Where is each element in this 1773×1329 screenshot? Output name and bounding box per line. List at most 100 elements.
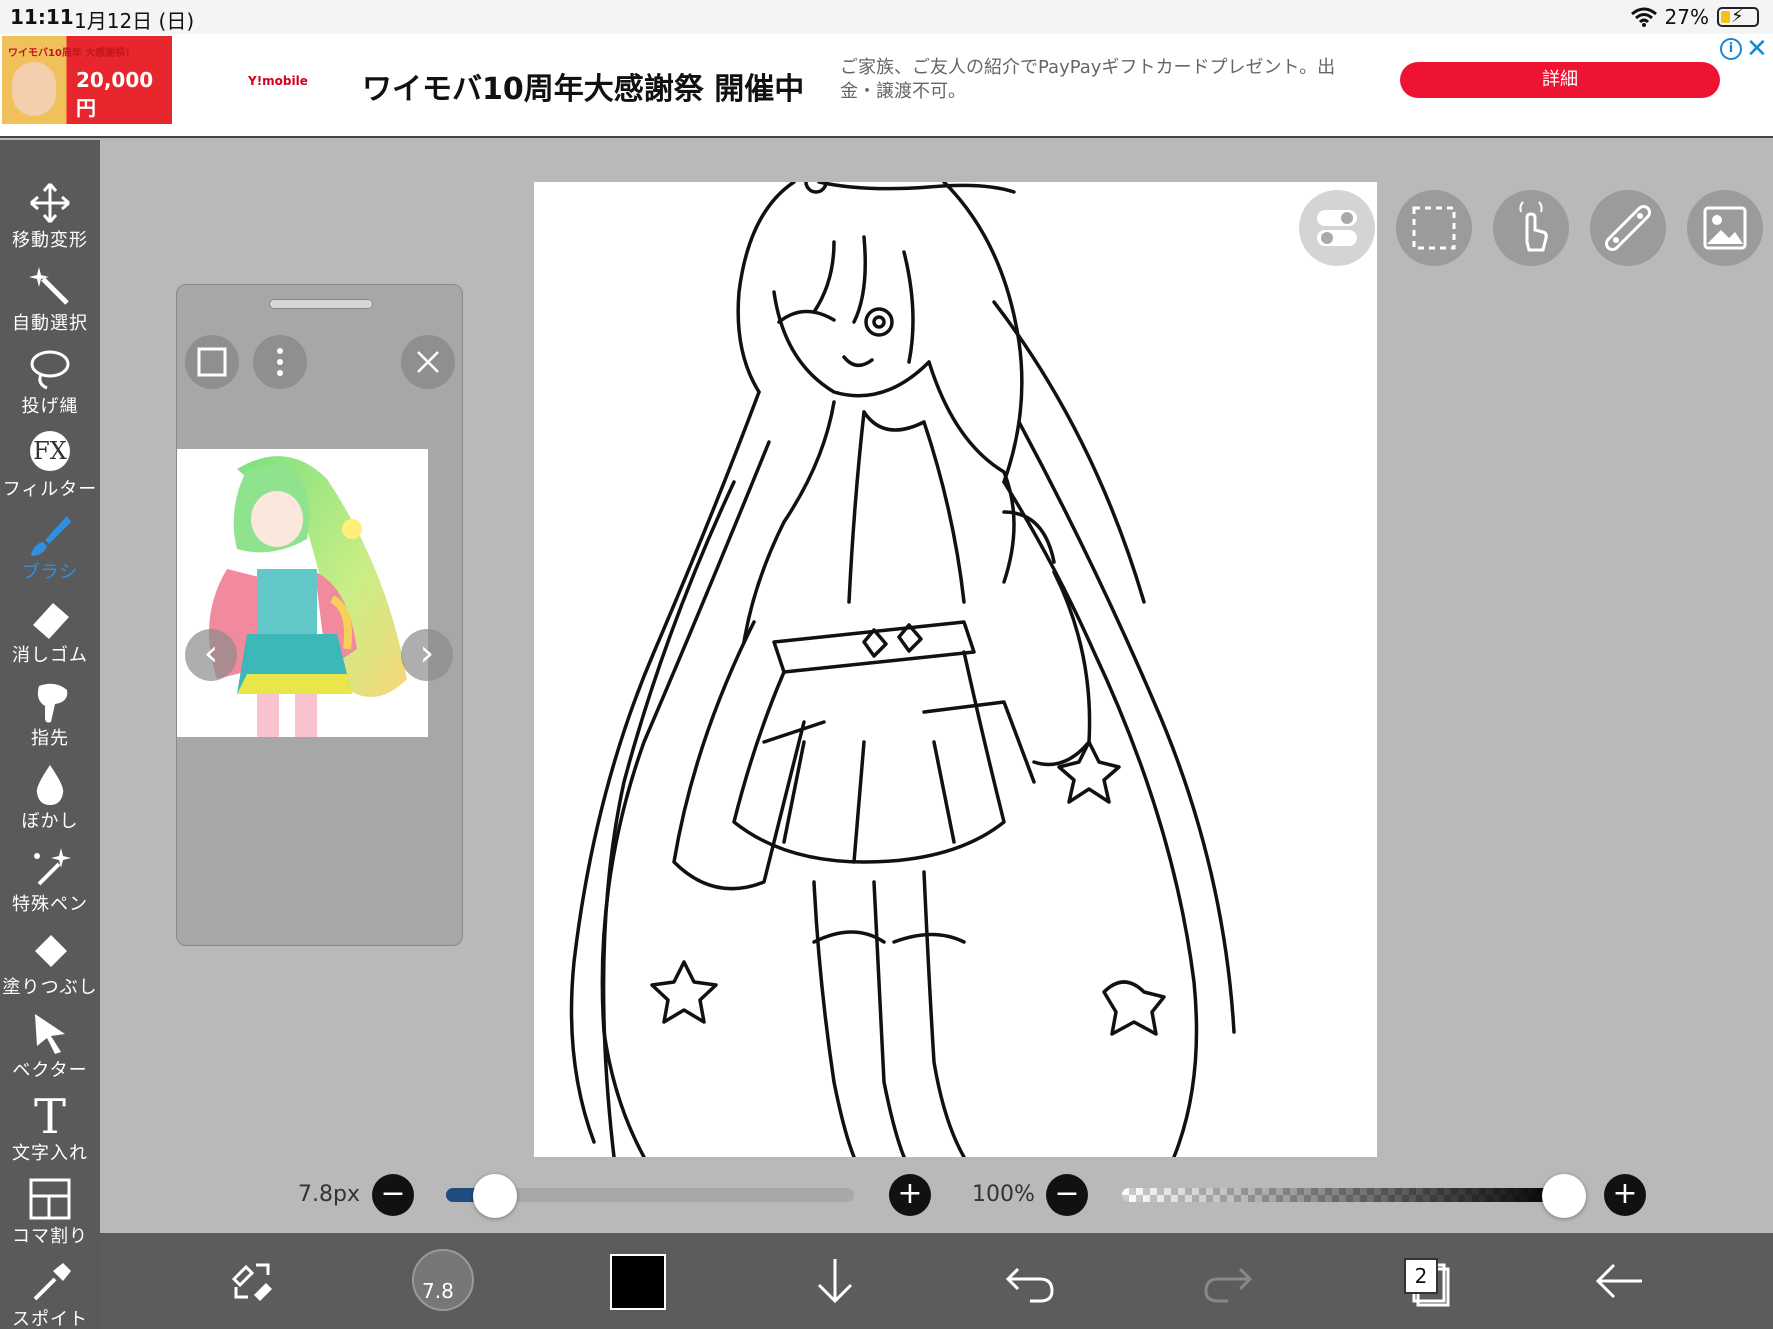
ad-info-icon[interactable]: i xyxy=(1720,38,1742,60)
tool-sidebar: 移動変形自動選択投げ縄 FX フィルターブラシ消しゴム指先ぼかし特殊ペン塗りつぶしベ… xyxy=(0,140,100,1329)
tool-frame[interactable]: コマ割り xyxy=(0,1176,100,1256)
tool-label: 自動選択 xyxy=(12,313,88,334)
blur-drop-icon xyxy=(36,765,64,805)
reference-next-button[interactable]: › xyxy=(401,629,453,681)
tool-label: 投げ縄 xyxy=(21,396,79,417)
tool-label: 特殊ペン xyxy=(12,894,88,915)
reference-prev-button[interactable]: ‹ xyxy=(185,629,237,681)
special-pen-icon xyxy=(34,848,71,886)
tool-lasso[interactable]: 投げ縄 xyxy=(0,346,100,426)
tool-vector[interactable]: ベクター xyxy=(0,1010,100,1090)
back-button[interactable] xyxy=(1590,1251,1650,1311)
ad-description: ご家族、ご友人の紹介でPayPayギフトカードプレゼント。出金・譲渡不可。 xyxy=(840,57,1336,102)
toggle-ui-button[interactable] xyxy=(1299,190,1375,266)
ad-banner[interactable]: ワイモバ10周年 大感謝祭! 20,000円 Y!mobile ワイモバ10周年… xyxy=(0,34,1773,138)
ibis-paint-screen: 11:11 1月12日 (日) 27% ⚡ ワイモバ10周年 大感謝祭! 20,… xyxy=(0,0,1773,1329)
close-icon xyxy=(417,351,439,373)
layer-count-badge: 2 xyxy=(1404,1258,1438,1294)
redo-icon xyxy=(1204,1267,1253,1303)
current-color-swatch[interactable] xyxy=(610,1254,666,1310)
lasso-icon xyxy=(30,350,70,390)
reference-drag-handle[interactable] xyxy=(269,299,373,309)
tool-label: 塗りつぶし xyxy=(2,977,98,998)
tool-move[interactable]: 移動変形 xyxy=(0,180,100,260)
brush-preview-button[interactable]: 7.8 xyxy=(412,1249,474,1311)
tool-blur[interactable]: ぼかし xyxy=(0,761,100,841)
tool-fill[interactable]: 塗りつぶし xyxy=(0,927,100,1007)
status-bar: 11:11 1月12日 (日) 27% ⚡ xyxy=(0,0,1773,34)
tool-label: フィルター xyxy=(2,479,98,500)
brush-preview-size: 7.8 xyxy=(422,1279,454,1303)
reference-menu-button[interactable] xyxy=(253,335,307,389)
brush-size-minus-button[interactable]: − xyxy=(372,1174,414,1216)
opacity-plus-button[interactable]: + xyxy=(1604,1174,1646,1216)
tool-label: コマ割り xyxy=(12,1226,88,1247)
selection-button[interactable] xyxy=(1396,190,1472,266)
reference-close-button[interactable] xyxy=(401,335,455,389)
eraser-icon xyxy=(33,603,69,639)
tool-eraser[interactable]: 消しゴム xyxy=(0,595,100,675)
reference-image-button[interactable] xyxy=(1687,190,1763,266)
more-vertical-icon xyxy=(277,348,283,376)
undo-icon xyxy=(1005,1267,1054,1303)
tool-text[interactable]: T 文字入れ xyxy=(0,1089,100,1173)
brush-size-plus-button[interactable]: + xyxy=(889,1174,931,1216)
tool-label: 指先 xyxy=(31,728,69,749)
reference-image[interactable] xyxy=(177,449,428,737)
tool-eyedropper[interactable]: スポイト xyxy=(0,1259,100,1329)
opacity-slider-knob[interactable] xyxy=(1542,1174,1586,1218)
reference-illustration xyxy=(209,456,407,737)
tool-label: 消しゴム xyxy=(12,645,88,666)
tool-magic[interactable]: 自動選択 xyxy=(0,263,100,343)
tool-badge: FX xyxy=(33,437,67,465)
tool-label: ぼかし xyxy=(21,811,79,832)
tool-special[interactable]: 特殊ペン xyxy=(0,844,100,924)
frame-divide-icon xyxy=(29,1178,71,1220)
tool-label: ブラシ xyxy=(21,562,79,583)
tool-badge: T xyxy=(33,1089,66,1145)
swap-tool-button[interactable] xyxy=(222,1251,282,1311)
status-date: 1月12日 (日) xyxy=(74,9,195,33)
undo-button[interactable] xyxy=(1000,1251,1060,1311)
brush-size-slider-knob[interactable] xyxy=(472,1174,517,1218)
ruler-button[interactable] xyxy=(1590,190,1666,266)
square-icon xyxy=(197,347,227,377)
drawing-canvas[interactable] xyxy=(534,182,1377,1157)
opacity-slider[interactable] xyxy=(1122,1188,1564,1202)
bottom-toolbar xyxy=(100,1233,1773,1329)
tool-brush[interactable]: ブラシ xyxy=(0,512,100,592)
arrow-left-icon xyxy=(1595,1263,1642,1299)
ad-title: ワイモバ10周年大感謝祭 開催中 xyxy=(362,72,805,107)
tool-filter[interactable]: FX フィルター xyxy=(0,429,100,509)
finger-icon xyxy=(37,683,68,723)
move-arrows-icon xyxy=(30,183,70,223)
redo-button[interactable] xyxy=(1198,1251,1258,1311)
selection-rect-icon xyxy=(1412,206,1456,250)
image-icon xyxy=(1703,206,1747,250)
ad-close-icon[interactable]: ✕ xyxy=(1746,34,1768,64)
toggle-icon xyxy=(1317,210,1357,246)
battery-icon: ⚡ xyxy=(1717,6,1759,27)
eyedropper-icon xyxy=(33,1263,71,1301)
lineart-sketch xyxy=(569,182,1236,1157)
battery-percent: 27% xyxy=(1664,5,1709,29)
magic-wand-icon xyxy=(29,267,69,305)
hand-touch-icon xyxy=(1519,201,1548,252)
tool-finger[interactable]: 指先 xyxy=(0,678,100,758)
ad-thumbnail[interactable]: ワイモバ10周年 大感謝祭! 20,000円 xyxy=(2,36,172,124)
status-time: 11:11 xyxy=(10,5,74,29)
status-right: 27% ⚡ xyxy=(1630,5,1759,29)
download-layer-button[interactable] xyxy=(805,1251,865,1311)
reference-fit-button[interactable] xyxy=(185,335,239,389)
fill-bucket-icon xyxy=(35,935,67,967)
ruler-icon xyxy=(1604,204,1652,252)
gesture-button[interactable] xyxy=(1493,190,1569,266)
tool-label: 移動変形 xyxy=(12,230,88,251)
brush-icon xyxy=(31,516,71,556)
tool-label: 文字入れ xyxy=(12,1143,88,1164)
arrow-down-icon xyxy=(817,1259,853,1304)
opacity-minus-button[interactable]: − xyxy=(1046,1174,1088,1216)
ad-details-button[interactable]: 詳細 xyxy=(1400,62,1720,98)
wifi-icon xyxy=(1630,7,1657,27)
reference-window: ‹ › xyxy=(176,284,463,946)
